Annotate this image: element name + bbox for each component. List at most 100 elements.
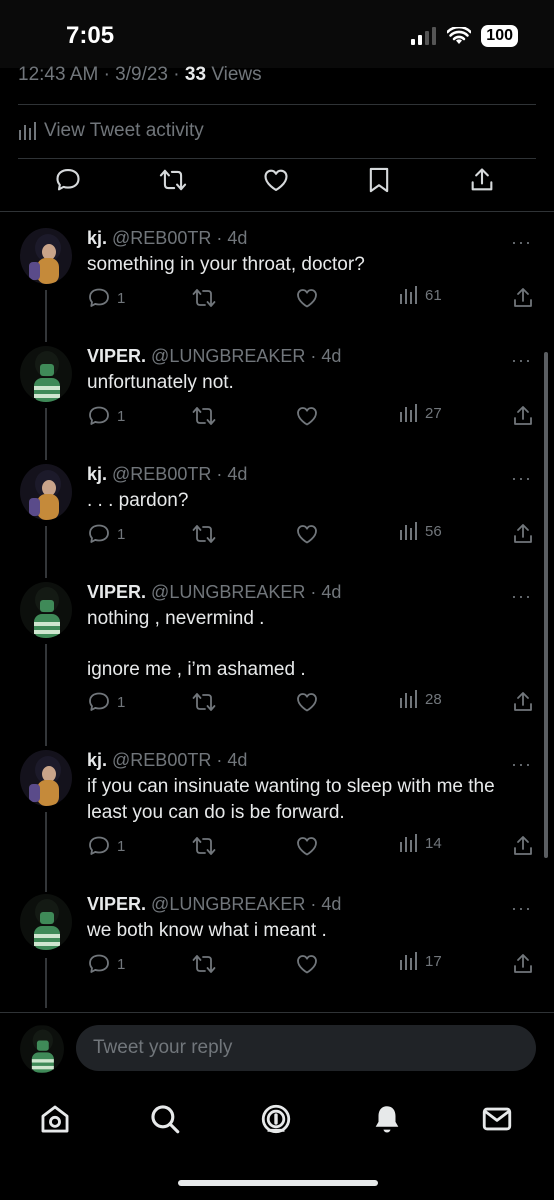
share-icon [514,836,532,855]
reply-button[interactable]: 1 [87,834,125,858]
user-handle[interactable]: @LUNGBREAKER [151,894,305,914]
reply-icon [89,288,109,307]
share-button[interactable] [511,952,535,976]
reply-button[interactable]: 1 [87,690,125,714]
reply-button[interactable] [54,166,82,199]
home-icon [41,1105,69,1133]
avatar[interactable] [20,1025,64,1073]
display-name[interactable]: VIPER. [87,894,146,914]
avatar[interactable] [20,750,72,806]
reply-button[interactable]: 1 [87,522,125,546]
nav-spaces[interactable] [259,1102,293,1141]
share-icon [514,288,532,307]
analytics-icon [19,122,36,140]
views-button[interactable]: 14 [399,834,442,852]
avatar[interactable] [20,346,72,402]
user-handle[interactable]: @REB00TR [112,750,211,770]
display-name[interactable]: kj. [87,228,107,248]
reply-button[interactable]: 1 [87,404,125,428]
header-sep: · [310,894,317,914]
more-options-icon[interactable]: ··· [511,754,532,775]
retweet-icon [159,169,187,191]
user-handle[interactable]: @LUNGBREAKER [151,346,305,366]
user-handle[interactable]: @LUNGBREAKER [151,582,305,602]
retweet-button[interactable] [158,166,188,199]
like-button[interactable] [295,404,319,428]
reply-icon [89,406,109,425]
retweet-button[interactable] [191,690,217,714]
like-button[interactable] [262,166,290,199]
share-button[interactable] [468,166,496,199]
thread-line [45,526,47,578]
reply-input[interactable]: Tweet your reply [76,1025,536,1071]
like-button[interactable] [295,952,319,976]
reply-age: 4d [321,346,342,366]
more-options-icon[interactable]: ··· [511,898,532,919]
scrollbar[interactable] [544,352,548,858]
more-options-icon[interactable]: ··· [511,232,532,253]
retweet-button[interactable] [191,522,217,546]
share-button[interactable] [511,286,535,310]
nav-home[interactable] [38,1102,72,1141]
main-tweet-actions [0,160,554,204]
avatar[interactable] [20,582,72,638]
display-name[interactable]: VIPER. [87,346,146,366]
avatar[interactable] [20,228,72,284]
home-indicator[interactable] [178,1180,378,1186]
views-button[interactable]: 28 [399,690,442,708]
user-handle[interactable]: @REB00TR [112,228,211,248]
analytics-icon [400,834,417,852]
share-icon [514,524,532,543]
reply-icon [89,524,109,543]
share-button[interactable] [511,834,535,858]
bookmark-icon [369,167,389,193]
display-name[interactable]: VIPER. [87,582,146,602]
share-button[interactable] [511,522,535,546]
reply-icon [89,692,109,711]
status-time: 7:05 [66,22,115,49]
reply-text: we both know what i meant . [87,920,327,941]
like-button[interactable] [295,834,319,858]
reply-count: 1 [117,955,126,973]
like-icon [264,169,288,191]
user-handle[interactable]: @REB00TR [112,464,211,484]
analytics-icon [400,952,417,970]
views-button[interactable]: 17 [399,952,442,970]
retweet-icon [192,289,216,307]
nav-messages[interactable] [480,1102,514,1141]
views-button[interactable]: 27 [399,404,442,422]
share-button[interactable] [511,690,535,714]
retweet-button[interactable] [191,834,217,858]
view-tweet-activity-link[interactable]: View Tweet activity [18,120,204,142]
thread-line [45,958,47,1008]
bookmark-button[interactable] [366,166,392,199]
share-icon [514,954,532,973]
display-name[interactable]: kj. [87,750,107,770]
nav-search[interactable] [148,1102,182,1141]
avatar[interactable] [20,464,72,520]
reply-text: unfortunately not. [87,372,234,393]
like-button[interactable] [295,522,319,546]
like-button[interactable] [295,690,319,714]
views-button[interactable]: 56 [399,522,442,540]
like-icon [297,837,317,856]
views-count: 56 [425,522,442,540]
retweet-button[interactable] [191,952,217,976]
display-name[interactable]: kj. [87,464,107,484]
reply-actions: 1 61 [87,286,537,312]
retweet-button[interactable] [191,286,217,310]
views-button[interactable]: 61 [399,286,442,304]
header-sep: · [216,464,223,484]
share-button[interactable] [511,404,535,428]
reply-age: 4d [227,228,248,248]
more-options-icon[interactable]: ··· [511,350,532,371]
reply-button[interactable]: 1 [87,286,125,310]
reply-button[interactable]: 1 [87,952,125,976]
nav-notifications[interactable] [370,1102,404,1141]
avatar[interactable] [20,894,72,950]
more-options-icon[interactable]: ··· [511,468,532,489]
reply-count: 1 [117,837,126,855]
retweet-button[interactable] [191,404,217,428]
like-button[interactable] [295,286,319,310]
more-options-icon[interactable]: ··· [511,586,532,607]
